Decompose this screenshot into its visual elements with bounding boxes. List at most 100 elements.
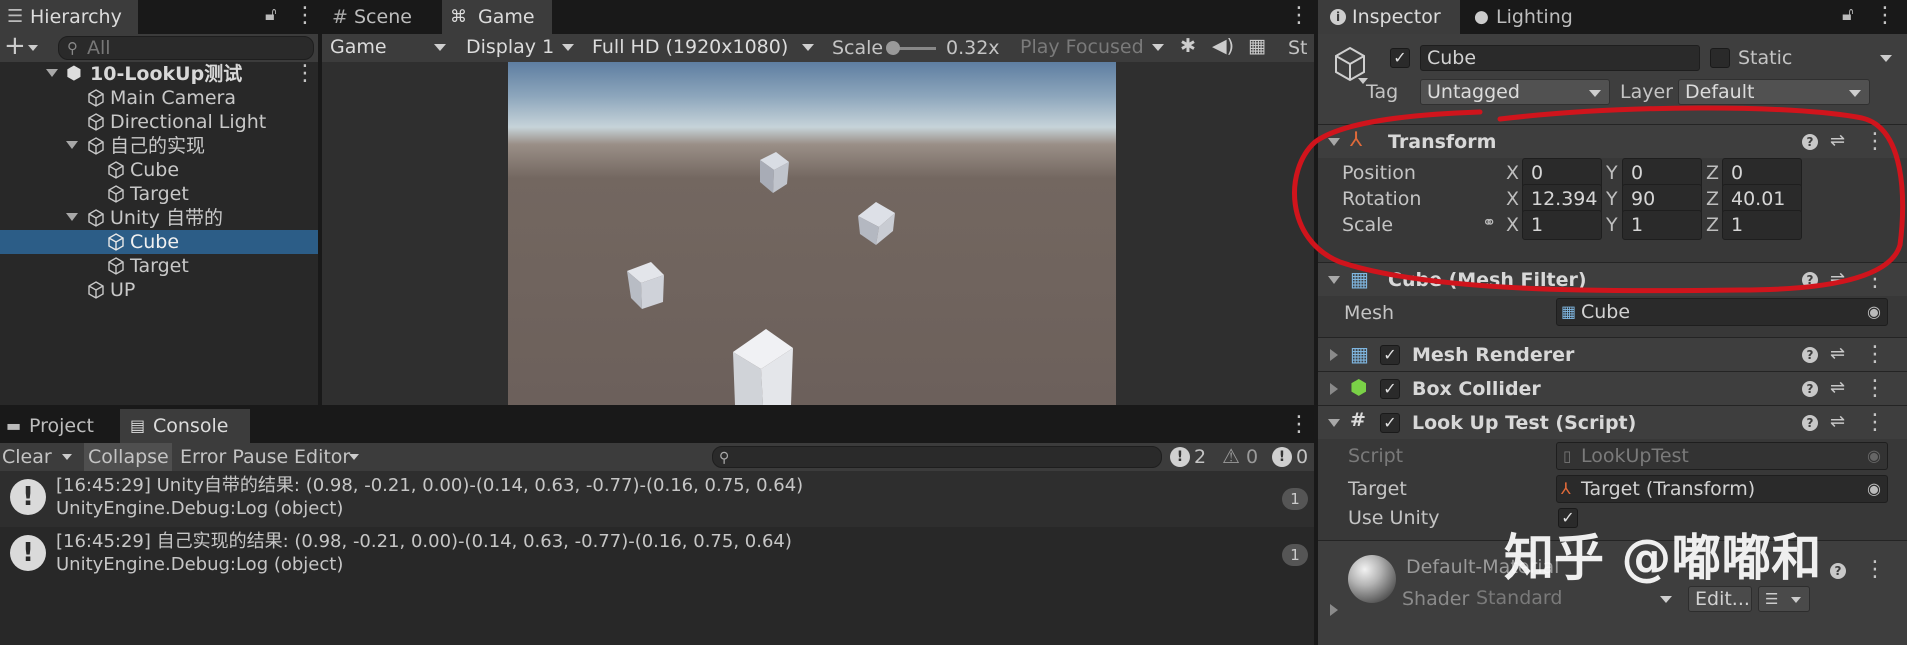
mesh-object-field[interactable]: ▦ Cube ◉ (1556, 298, 1888, 326)
active-checkbox[interactable]: ✓ (1390, 48, 1410, 68)
audio-icon[interactable]: ◀) (1212, 35, 1234, 57)
component-menu-icon[interactable]: ⋮ (1864, 412, 1886, 434)
help-icon[interactable]: ? (1802, 381, 1818, 397)
game-mode-dropdown[interactable]: Game (324, 34, 454, 62)
tag-dropdown[interactable]: Untagged (1420, 79, 1610, 105)
scale-x-field[interactable]: 1 (1522, 210, 1602, 240)
expand-icon[interactable] (46, 69, 58, 77)
settings-sliders-icon[interactable]: ⇌ (1830, 343, 1845, 364)
scene-row[interactable]: ⬢ 10-LookUp测试 ⋮ (0, 62, 318, 86)
mesh-renderer-enabled-checkbox[interactable]: ✓ (1380, 345, 1400, 365)
help-icon[interactable]: ? (1802, 347, 1818, 363)
scene-menu-icon[interactable]: ⋮ (294, 63, 316, 85)
component-menu-icon[interactable]: ⋮ (1864, 269, 1886, 291)
bug-icon[interactable]: ✱ (1180, 35, 1196, 57)
component-menu-icon[interactable]: ⋮ (1864, 378, 1886, 400)
box-collider-header[interactable]: ⬢ ✓ Box Collider ? ⇌ ⋮ (1318, 371, 1907, 405)
mesh-renderer-header[interactable]: ▦ ✓ Mesh Renderer ? ⇌ ⋮ (1318, 337, 1907, 371)
target-object-field[interactable]: ⅄ Target (Transform) ◉ (1556, 475, 1888, 503)
resolution-dropdown[interactable]: Full HD (1920x1080) (586, 34, 822, 62)
scale-z-field[interactable]: 1 (1722, 210, 1802, 240)
console-menu-icon[interactable]: ⋮ (1288, 414, 1310, 436)
tree-item-up[interactable]: UP (0, 278, 318, 302)
tab-lighting[interactable]: ● Lighting (1462, 0, 1602, 34)
use-unity-checkbox[interactable]: ✓ (1558, 508, 1578, 528)
tab-project[interactable]: ▬ Project (0, 409, 118, 443)
help-icon[interactable]: ? (1802, 272, 1818, 288)
transform-header[interactable]: ⅄ Transform ? ⇌ ⋮ (1318, 124, 1907, 158)
warning-count-toggle[interactable]: ⚠ 0 (1218, 443, 1262, 471)
hierarchy-search-input[interactable]: ⚲ All (58, 36, 314, 60)
tree-item-unity-builtin[interactable]: Unity 自带的 (0, 206, 318, 230)
help-icon[interactable]: ? (1802, 415, 1818, 431)
play-mode-dropdown[interactable]: Play Focused (1014, 34, 1172, 62)
collapsed-arrow-icon[interactable] (1330, 349, 1338, 361)
expand-icon[interactable] (66, 213, 78, 221)
tab-hierarchy[interactable]: ☰ Hierarchy (0, 0, 138, 34)
collapsed-arrow-icon[interactable] (1330, 604, 1338, 616)
game-viewport[interactable] (508, 62, 1116, 405)
add-icon[interactable]: + (4, 31, 26, 61)
tab-console[interactable]: ▤ Console (120, 409, 250, 443)
help-icon[interactable]: ? (1830, 563, 1846, 579)
lock-icon[interactable]: 🔓︎ (1842, 4, 1854, 25)
display-dropdown[interactable]: Display 1 (460, 34, 582, 62)
mesh-filter-header[interactable]: ▦ Cube (Mesh Filter) ? ⇌ ⋮ (1318, 262, 1907, 296)
collapse-button[interactable]: Collapse (84, 443, 172, 471)
expand-icon[interactable] (1328, 276, 1340, 284)
tab-game[interactable]: ⌘ Game (442, 0, 552, 34)
expand-icon[interactable] (1328, 138, 1340, 146)
tree-item-cube-selected[interactable]: Cube (0, 230, 318, 254)
game-menu-icon[interactable]: ⋮ (1288, 5, 1310, 27)
inspector-menu-icon[interactable]: ⋮ (1874, 5, 1896, 27)
script-component-header[interactable]: # ✓ Look Up Test (Script) ? ⇌ ⋮ (1318, 405, 1907, 439)
component-menu-icon[interactable]: ⋮ (1864, 131, 1886, 153)
clear-button[interactable]: Clear (2, 445, 52, 469)
stats-button[interactable]: St (1288, 36, 1308, 60)
script-enabled-checkbox[interactable]: ✓ (1380, 413, 1400, 433)
keyboard-icon[interactable]: ▦ (1248, 35, 1266, 57)
object-picker-icon[interactable]: ◉ (1867, 299, 1881, 325)
hierarchy-menu-icon[interactable]: ⋮ (294, 5, 316, 27)
settings-sliders-icon[interactable]: ⇌ (1830, 377, 1845, 398)
console-entry[interactable]: ! [16:45:29] Unity自带的结果: (0.98, -0.21, 0… (0, 471, 1314, 527)
expand-icon[interactable] (1328, 419, 1340, 427)
layer-dropdown[interactable]: Default (1678, 79, 1870, 105)
settings-sliders-icon[interactable]: ⇌ (1830, 130, 1845, 151)
tree-item-cube-own[interactable]: Cube (0, 158, 318, 182)
tree-item-directional-light[interactable]: Directional Light (0, 110, 318, 134)
collapsed-arrow-icon[interactable] (1330, 383, 1338, 395)
static-dropdown-icon[interactable] (1880, 55, 1892, 62)
scale-slider[interactable] (886, 41, 936, 55)
expand-icon[interactable] (66, 141, 78, 149)
settings-sliders-icon[interactable]: ⇌ (1830, 268, 1845, 289)
static-checkbox[interactable] (1710, 48, 1730, 68)
error-pause-button[interactable]: Error Pause (180, 445, 288, 469)
tree-item-main-camera[interactable]: Main Camera (0, 86, 318, 110)
error-count-toggle[interactable]: ! 0 (1268, 443, 1312, 471)
scale-y-field[interactable]: 1 (1622, 210, 1702, 240)
object-name-input[interactable]: Cube (1420, 45, 1700, 71)
shader-options-button[interactable]: ☰ (1758, 586, 1810, 612)
component-menu-icon[interactable]: ⋮ (1864, 344, 1886, 366)
box-collider-enabled-checkbox[interactable]: ✓ (1380, 379, 1400, 399)
scale-slider-thumb[interactable] (886, 41, 900, 55)
help-icon[interactable]: ? (1802, 134, 1818, 150)
edit-shader-button[interactable]: Edit... (1688, 586, 1752, 612)
tree-item-target-own[interactable]: Target (0, 182, 318, 206)
shader-dropdown[interactable]: Standard (1470, 586, 1680, 612)
material-menu-icon[interactable]: ⋮ (1864, 559, 1886, 581)
tree-item-target-unity[interactable]: Target (0, 254, 318, 278)
object-picker-icon[interactable]: ◉ (1867, 476, 1881, 502)
editor-dropdown[interactable]: Editor (294, 445, 350, 469)
tab-inspector[interactable]: i Inspector (1318, 0, 1460, 34)
tree-item-own-impl[interactable]: 自己的实现 (0, 134, 318, 158)
settings-sliders-icon[interactable]: ⇌ (1830, 411, 1845, 432)
constrain-link-icon[interactable]: ⚭ (1482, 213, 1496, 233)
lock-icon[interactable]: 🔓︎ (265, 4, 277, 25)
console-search-input[interactable]: ⚲ (712, 446, 1162, 468)
console-entry[interactable]: ! [16:45:29] 自己实现的结果: (0.98, -0.21, 0.00… (0, 527, 1314, 583)
clear-options-icon[interactable] (62, 454, 72, 460)
log-count-toggle[interactable]: ! 2 (1166, 443, 1212, 471)
add-dropdown-icon[interactable] (28, 45, 38, 51)
